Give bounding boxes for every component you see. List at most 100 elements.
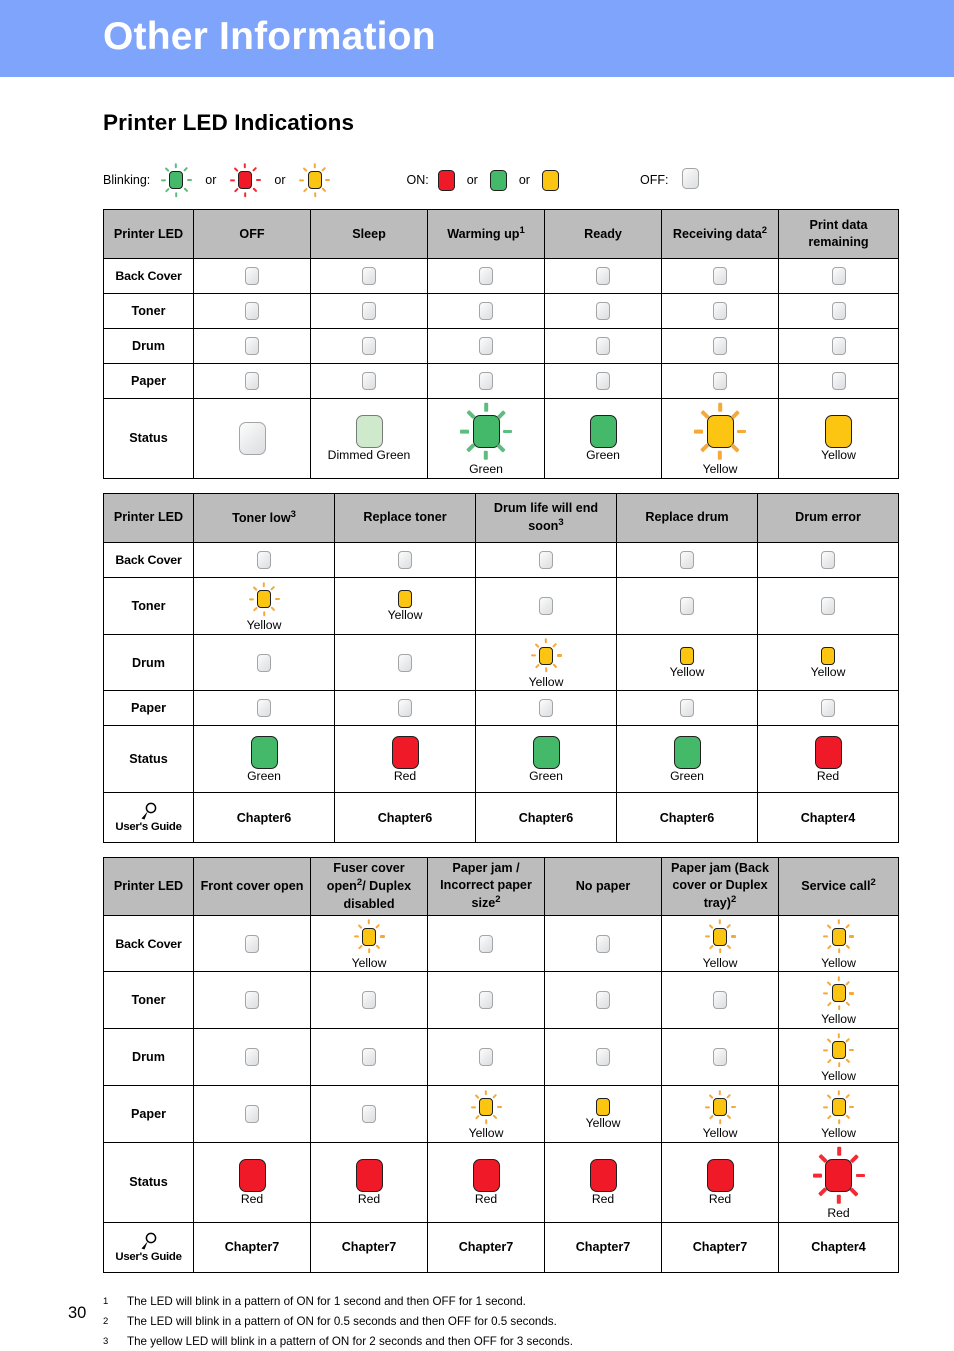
blink-ray (321, 187, 327, 193)
led-cell: Yellow (760, 646, 896, 679)
table-header-row: Printer LED OFF Sleep Warming up1 Ready Recei… (103, 209, 899, 259)
led-cell (547, 372, 659, 390)
led-cell (196, 653, 332, 672)
led-yellow-icon (362, 927, 376, 946)
chapter-reference: Chapter4 (757, 792, 899, 844)
row-label-drum: Drum (103, 633, 194, 692)
table-cell (778, 258, 899, 294)
blink-ray (845, 1094, 851, 1100)
led-off-icon (713, 302, 727, 320)
led-off-icon (539, 550, 553, 569)
blink-ray (466, 444, 476, 453)
row-label-user-s-guide: User's Guide (103, 1221, 194, 1273)
led-green-blinking-icon (159, 161, 193, 199)
led-red-icon (825, 1158, 852, 1192)
blink-ray (700, 410, 710, 419)
table-cell: Yellow (778, 398, 899, 479)
blink-ray (849, 1105, 854, 1109)
blink-ray (466, 410, 476, 419)
footnote: 1 The LED will blink in a pattern of ON f… (103, 1295, 898, 1308)
led-color-caption: Dimmed Green (327, 448, 411, 462)
led-off-icon (238, 421, 266, 455)
blink-ray (845, 944, 851, 950)
row-label-back-cover: Back Cover (103, 914, 194, 973)
led-cell (547, 267, 659, 285)
table-cell (193, 690, 335, 727)
led-green-blinking-icon (459, 401, 514, 462)
led-off-icon (362, 991, 376, 1010)
table-cell (334, 541, 476, 578)
led-cell (664, 1048, 776, 1067)
blink-ray (837, 1005, 840, 1011)
table-cell (661, 328, 779, 364)
led-cell (196, 699, 332, 718)
led-cell (547, 934, 659, 953)
legend-on-icons: or or (435, 169, 562, 191)
blink-ray (262, 581, 266, 587)
blink-ray (252, 585, 258, 592)
legend-swatch (682, 168, 700, 192)
led-off-icon (362, 1104, 376, 1123)
table-cell (778, 363, 899, 399)
led-yellow-icon (539, 646, 553, 665)
led-cell (337, 550, 473, 569)
led-cell (196, 337, 308, 355)
footnotes: 1 The LED will blink in a pattern of ON f… (103, 1295, 898, 1348)
column-header: Drum life will end soon3 (475, 492, 617, 543)
table-cell: Green (616, 725, 758, 794)
blink-ray (845, 1037, 851, 1043)
led-cell (478, 596, 614, 615)
chapter-reference: Chapter7 (193, 1221, 311, 1273)
led-cell: Red (430, 1158, 542, 1206)
led-yellow-icon (680, 646, 694, 665)
blink-ray (708, 923, 714, 929)
blink-ray (730, 1105, 736, 1109)
footnote-marker: 2 (495, 894, 501, 906)
blink-ray (175, 162, 178, 168)
led-cell: Yellow (337, 589, 473, 622)
table-cell (757, 576, 899, 635)
table-cell (475, 576, 617, 635)
led-yellow-icon (825, 415, 852, 448)
led-cell (430, 934, 542, 953)
led-cell (664, 337, 776, 355)
chapter-reference: Chapter6 (334, 792, 476, 844)
blink-ray (251, 187, 258, 193)
led-yellow-icon (479, 1098, 493, 1117)
blink-ray (313, 191, 316, 197)
legend-swatch (298, 161, 332, 199)
led-cell (664, 372, 776, 390)
led-yellow-blinking-icon (247, 580, 281, 618)
led-color-caption: Red (591, 1191, 615, 1206)
table-cell (427, 363, 545, 399)
blink-ray (837, 1119, 840, 1125)
row-label-back-cover: Back Cover (103, 541, 194, 578)
table-cell (778, 328, 899, 364)
led-off-icon (257, 699, 271, 718)
footnote-marker: 2 (731, 894, 737, 906)
legend-swatch (228, 161, 262, 199)
led-cell (196, 550, 332, 569)
blink-ray (718, 919, 722, 925)
led-cell: Yellow (664, 918, 776, 970)
led-cell (196, 991, 308, 1010)
led-off-icon (398, 550, 412, 569)
blink-ray (244, 191, 247, 197)
blink-ray (252, 606, 258, 612)
blink-ray (302, 167, 308, 173)
led-cell (547, 302, 659, 320)
table-cell (616, 690, 758, 727)
blink-ray (233, 187, 239, 193)
table-cell (661, 293, 779, 329)
led-dimmed-green-icon (355, 415, 383, 448)
blink-ray (726, 1114, 732, 1120)
row-label-paper: Paper (103, 1085, 194, 1143)
led-cell: Green (430, 401, 542, 476)
footnote-marker: 3 (558, 517, 564, 529)
led-color-caption: Yellow (821, 1126, 856, 1141)
legend-swatch (159, 161, 193, 199)
table-cell (616, 541, 758, 578)
led-cell (664, 267, 776, 285)
table-row: Drum (103, 328, 899, 364)
table-cell (661, 258, 779, 294)
